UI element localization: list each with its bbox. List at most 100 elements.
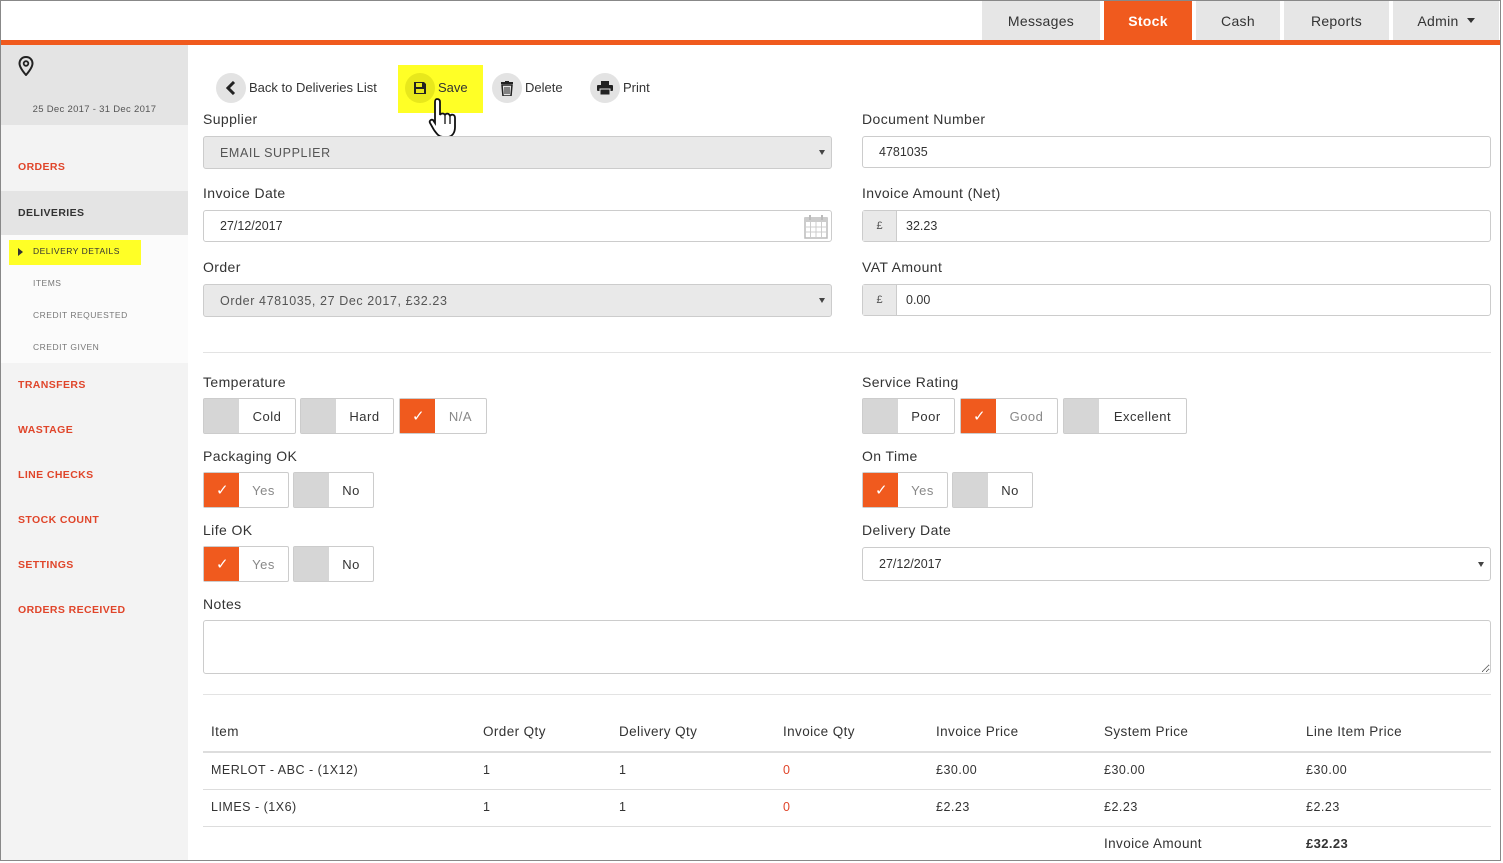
table-header-invoice-qty[interactable]: Invoice Qty — [783, 724, 855, 739]
floppy-disk-icon — [414, 82, 426, 94]
temperature-hard-toggle[interactable]: Hard — [300, 398, 394, 434]
checkbox — [294, 547, 329, 581]
cell-system-price: £30.00 — [1104, 763, 1146, 777]
cell-line-item-price: £30.00 — [1306, 763, 1348, 777]
printer-icon — [597, 81, 613, 95]
sidebar-item-settings[interactable]: SETTINGS — [18, 559, 74, 571]
sidebar-item-orders-received[interactable]: ORDERS RECEIVED — [18, 604, 126, 616]
supplier-label: Supplier — [203, 111, 258, 127]
table-header-system-price[interactable]: System Price — [1104, 724, 1188, 739]
cell-order-qty: 1 — [483, 763, 491, 777]
chevron-down-icon — [1466, 18, 1475, 23]
sidebar-subitem-credit-given[interactable]: CREDIT GIVEN — [33, 342, 99, 352]
service-rating-label: Service Rating — [862, 374, 959, 390]
date-range[interactable]: 25 Dec 2017 - 31 Dec 2017 — [1, 104, 188, 115]
on-time-label: On Time — [862, 448, 918, 464]
table-header-order-qty[interactable]: Order Qty — [483, 724, 546, 739]
table-header-item[interactable]: Item — [211, 724, 239, 739]
service-good-toggle[interactable]: ✓ Good — [960, 398, 1058, 434]
temperature-cold-toggle[interactable]: Cold — [203, 398, 296, 434]
cell-invoice-price: £30.00 — [936, 763, 978, 777]
nav-tab-reports[interactable]: Reports — [1284, 1, 1389, 40]
invoice-amount-total-label: Invoice Amount — [1104, 836, 1202, 851]
service-excellent-toggle[interactable]: Excellent — [1063, 398, 1187, 434]
table-header-invoice-price[interactable]: Invoice Price — [936, 724, 1018, 739]
vat-amount-label: VAT Amount — [862, 259, 943, 275]
cell-invoice-qty[interactable]: 0 — [783, 763, 790, 777]
divider — [203, 352, 1491, 353]
delete-label[interactable]: Delete — [525, 80, 563, 95]
nav-tab-label: Reports — [1310, 12, 1363, 29]
save-label[interactable]: Save — [438, 80, 468, 95]
cell-item: MERLOT - ABC - (1X12) — [211, 763, 359, 777]
temperature-na-toggle[interactable]: ✓ N/A — [399, 398, 487, 434]
sidebar-item-stock-count[interactable]: STOCK COUNT — [18, 514, 99, 526]
sidebar-item-orders[interactable]: ORDERS — [18, 161, 65, 173]
toggle-label: Cold — [252, 408, 282, 424]
vat-amount-input[interactable]: £ 0.00 — [862, 284, 1491, 316]
delete-button[interactable] — [492, 73, 522, 103]
nav-tab-admin[interactable]: Admin — [1393, 1, 1499, 40]
checkbox — [953, 473, 988, 507]
life-no-toggle[interactable]: No — [293, 546, 374, 582]
invoice-amount-label: Invoice Amount (Net) — [862, 185, 1001, 201]
temperature-label: Temperature — [203, 374, 286, 390]
life-yes-toggle[interactable]: ✓ Yes — [203, 546, 289, 582]
checkbox — [204, 399, 239, 433]
sidebar-subitem-delivery-details[interactable]: DELIVERY DETAILS — [33, 246, 120, 256]
toggle-label: No — [1001, 482, 1019, 498]
supplier-select[interactable]: EMAIL SUPPLIER — [203, 136, 832, 169]
invoice-amount-value: 32.23 — [906, 219, 938, 233]
table-header-delivery-qty[interactable]: Delivery Qty — [619, 724, 697, 739]
sidebar-item-deliveries[interactable]: DELIVERIES — [18, 207, 84, 219]
print-label[interactable]: Print — [623, 80, 650, 95]
delivery-date-select[interactable]: 27/12/2017 — [862, 547, 1491, 581]
service-poor-toggle[interactable]: Poor — [862, 398, 955, 434]
toggle-label: Yes — [911, 482, 934, 498]
chevron-down-icon — [819, 298, 825, 303]
top-nav: Messages Stock Cash Reports Admin — [1, 1, 1501, 45]
nav-tab-messages[interactable]: Messages — [982, 1, 1100, 40]
toggle-label: Good — [1009, 408, 1044, 424]
table-header-divider — [203, 751, 1491, 753]
sidebar-header: 25 Dec 2017 - 31 Dec 2017 — [1, 45, 188, 125]
order-select[interactable]: Order 4781035, 27 Dec 2017, £32.23 — [203, 284, 832, 317]
checkbox — [863, 399, 898, 433]
on-time-no-toggle[interactable]: No — [952, 472, 1033, 508]
row-divider — [203, 826, 1491, 827]
print-button[interactable] — [590, 73, 620, 103]
packaging-no-toggle[interactable]: No — [293, 472, 374, 508]
chevron-down-icon — [819, 150, 825, 155]
sidebar-item-line-checks[interactable]: LINE CHECKS — [18, 469, 94, 481]
cell-delivery-qty: 1 — [619, 800, 627, 814]
packaging-yes-toggle[interactable]: ✓ Yes — [203, 472, 289, 508]
location-pin-icon[interactable] — [18, 56, 34, 76]
document-number-value: 4781035 — [879, 145, 928, 159]
toggle-label: No — [342, 556, 360, 572]
calendar-icon[interactable] — [804, 215, 828, 239]
nav-tab-stock[interactable]: Stock — [1104, 1, 1192, 40]
back-label[interactable]: Back to Deliveries List — [249, 80, 377, 95]
back-button[interactable] — [216, 73, 246, 103]
check-icon: ✓ — [973, 408, 986, 425]
sidebar-subitem-items[interactable]: ITEMS — [33, 278, 61, 288]
trash-icon — [501, 80, 513, 96]
sidebar-item-transfers[interactable]: TRANSFERS — [18, 379, 86, 391]
checkbox — [294, 473, 329, 507]
document-number-input[interactable]: 4781035 — [862, 136, 1491, 168]
nav-tab-cash[interactable]: Cash — [1196, 1, 1280, 40]
table-header-line-item-price[interactable]: Line Item Price — [1306, 724, 1402, 739]
checkbox — [301, 399, 336, 433]
notes-textarea[interactable] — [203, 620, 1491, 674]
checkbox — [1064, 399, 1099, 433]
toggle-label: Hard — [349, 408, 380, 424]
chevron-down-icon — [1478, 562, 1484, 567]
sidebar-subitem-credit-requested[interactable]: CREDIT REQUESTED — [33, 310, 128, 320]
cell-invoice-qty[interactable]: 0 — [783, 800, 790, 814]
on-time-yes-toggle[interactable]: ✓ Yes — [862, 472, 948, 508]
row-divider — [203, 789, 1491, 790]
invoice-amount-input[interactable]: £ 32.23 — [862, 210, 1491, 242]
invoice-date-input[interactable]: 27/12/2017 — [203, 210, 832, 242]
cell-invoice-price: £2.23 — [936, 800, 970, 814]
sidebar-item-wastage[interactable]: WASTAGE — [18, 424, 73, 436]
